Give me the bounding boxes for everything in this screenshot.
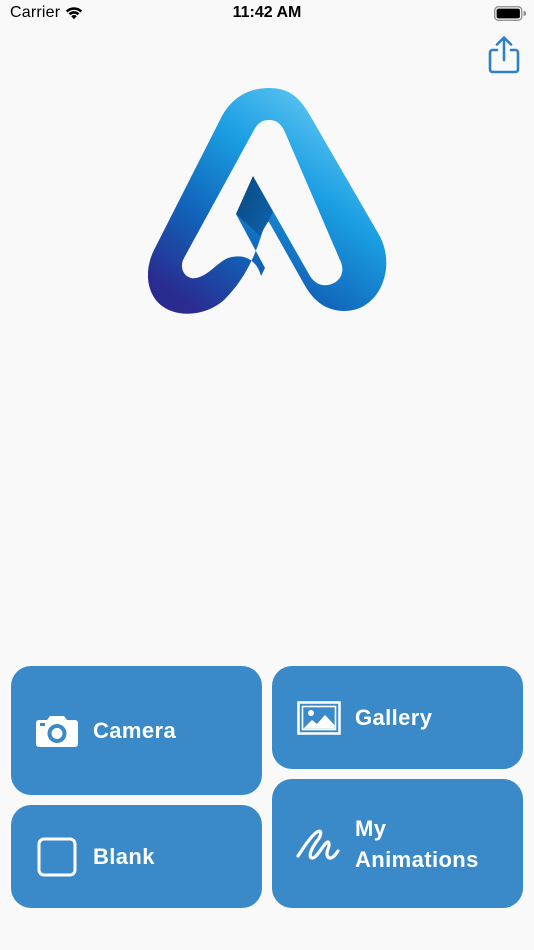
my-animations-label-line1: My [355,815,387,841]
scribble-icon [296,829,340,860]
status-time: 11:42 AM [232,4,302,21]
gallery-label: Gallery [355,705,433,730]
blank-label: Blank [93,844,155,869]
gallery-button[interactable]: Gallery [272,666,523,769]
share-icon [488,36,520,74]
camera-button[interactable]: Camera [11,666,262,795]
app-logo [148,88,387,314]
blank-button[interactable]: Blank [11,805,262,908]
camera-icon [36,715,78,747]
status-bar: Carrier 11:42 AM [0,0,534,28]
share-button[interactable] [484,34,524,76]
camera-label: Camera [93,718,177,743]
my-animations-label: My Animations [355,813,479,875]
my-animations-label-line2: Animations [355,846,479,872]
image-icon [297,700,341,735]
my-animations-button[interactable]: My Animations [272,779,523,908]
blank-square-icon [37,837,77,876]
battery-full-icon [494,6,526,21]
